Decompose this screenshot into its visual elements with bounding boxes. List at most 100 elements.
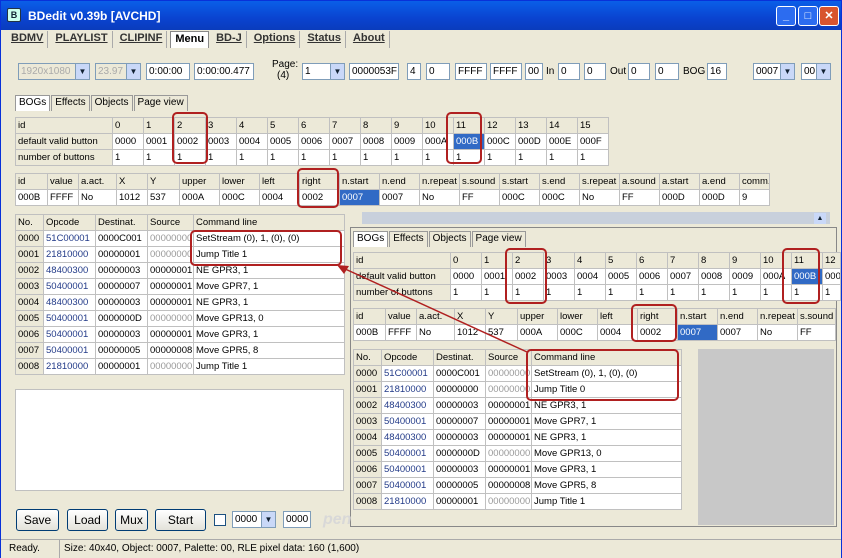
table-cell[interactable]: 00000001 bbox=[95, 246, 148, 263]
column-header[interactable]: id bbox=[15, 173, 48, 190]
table-cell[interactable]: 21810000 bbox=[43, 358, 96, 375]
column-header[interactable]: comm. bbox=[739, 173, 770, 190]
start-button[interactable]: Start bbox=[155, 509, 206, 531]
column-header[interactable]: 12 bbox=[822, 252, 841, 269]
table-cell[interactable]: 00000001 bbox=[147, 278, 194, 295]
table-cell[interactable]: 00000003 bbox=[95, 262, 148, 279]
table-cell[interactable]: 000A bbox=[179, 189, 220, 206]
table-cell[interactable]: 00000003 bbox=[433, 461, 486, 478]
column-header[interactable]: 4 bbox=[574, 252, 606, 269]
in-field-1[interactable]: 0 bbox=[558, 63, 580, 80]
table-cell[interactable]: 0004 bbox=[236, 133, 268, 150]
time-start-field[interactable]: 0:00:00 bbox=[146, 63, 190, 80]
checkbox[interactable] bbox=[214, 514, 226, 526]
table-cell[interactable]: 50400001 bbox=[381, 445, 434, 462]
column-header[interactable]: a.act. bbox=[78, 173, 117, 190]
subtab-page-view[interactable]: Page view bbox=[133, 95, 188, 111]
table-cell[interactable]: 00000003 bbox=[95, 294, 148, 311]
table-row[interactable]: number of buttons 1 1 1 1 1 1 1 1 1 1 1 1 1 1 1 1 bbox=[15, 149, 609, 166]
table-cell[interactable]: 00000001 bbox=[485, 413, 532, 430]
table-cell[interactable]: 9 bbox=[739, 189, 770, 206]
column-header[interactable]: Opcode bbox=[43, 214, 96, 231]
table-cell[interactable]: 1012 bbox=[116, 189, 148, 206]
table-cell[interactable]: 1 bbox=[236, 149, 268, 166]
table-row[interactable]: 0008 21810000 00000001 00000000 Jump Title 1 bbox=[15, 358, 345, 375]
table-cell[interactable]: 0008 bbox=[360, 133, 392, 150]
table-cell[interactable]: 00000001 bbox=[95, 358, 148, 375]
field-3[interactable]: FFFF bbox=[455, 63, 487, 80]
table-cell[interactable]: 0003 bbox=[205, 133, 237, 150]
table-cell[interactable]: 0009 bbox=[729, 268, 761, 285]
table-cell[interactable]: NE GPR3, 1 bbox=[531, 429, 682, 446]
table-cell[interactable]: Move GPR13, 0 bbox=[531, 445, 682, 462]
table-row[interactable]: 0005 50400001 0000000D 00000000 Move GPR13, … bbox=[353, 445, 682, 462]
column-header[interactable]: n.end bbox=[717, 308, 758, 325]
table-cell[interactable]: 1 bbox=[143, 149, 175, 166]
table-cell[interactable]: 1 bbox=[543, 284, 575, 301]
column-header[interactable]: left bbox=[259, 173, 300, 190]
table-cell[interactable]: 0008 bbox=[698, 268, 730, 285]
table-cell[interactable]: No bbox=[419, 189, 460, 206]
field-5[interactable]: 00 bbox=[525, 63, 543, 80]
table-cell[interactable]: 00000003 bbox=[95, 326, 148, 343]
table-cell[interactable]: 000B bbox=[15, 189, 48, 206]
out-field-1[interactable]: 0 bbox=[628, 63, 650, 80]
table-cell[interactable]: 0000000D bbox=[433, 445, 486, 462]
in-field-2[interactable]: 0 bbox=[584, 63, 606, 80]
table-cell[interactable]: 0004 bbox=[574, 268, 606, 285]
column-header[interactable]: upper bbox=[179, 173, 220, 190]
table-cell[interactable]: 0005 bbox=[353, 445, 382, 462]
column-header[interactable]: 8 bbox=[360, 117, 392, 134]
table-cell[interactable]: 1 bbox=[698, 284, 730, 301]
horizontal-scrollbar[interactable] bbox=[362, 212, 830, 224]
table-cell[interactable]: 1 bbox=[822, 284, 841, 301]
table-cell[interactable]: 000F bbox=[577, 133, 609, 150]
table-cell[interactable]: 00000005 bbox=[433, 477, 486, 494]
table-cell[interactable]: 0001 bbox=[15, 246, 44, 263]
table-cell[interactable]: 1 bbox=[267, 149, 299, 166]
table-cell[interactable]: 0007 bbox=[717, 324, 758, 341]
table-cell[interactable]: 00000001 bbox=[485, 429, 532, 446]
column-header[interactable]: a.start bbox=[659, 173, 700, 190]
table-cell[interactable]: 00000001 bbox=[147, 262, 194, 279]
column-header[interactable]: 3 bbox=[205, 117, 237, 134]
table-cell[interactable]: 000D bbox=[659, 189, 700, 206]
column-header[interactable]: 12 bbox=[484, 117, 516, 134]
load-button[interactable]: Load bbox=[67, 509, 108, 531]
table-row[interactable]: 000B FFFF No 1012 537 000A 000C 0004 0002 0007 000… bbox=[15, 189, 770, 206]
table-cell[interactable]: Jump Title 1 bbox=[193, 358, 345, 375]
table-row[interactable]: 0003 50400001 00000007 00000001 Move GPR7, 1 bbox=[15, 278, 345, 295]
table-cell[interactable]: 48400300 bbox=[381, 397, 434, 414]
column-header[interactable]: 7 bbox=[329, 117, 361, 134]
column-header[interactable]: n.start bbox=[339, 173, 380, 190]
column-header[interactable]: 3 bbox=[543, 252, 575, 269]
subtab-effects[interactable]: Effects bbox=[389, 231, 428, 247]
table-cell[interactable]: 00000008 bbox=[147, 342, 194, 359]
column-header[interactable]: n.repeat bbox=[757, 308, 798, 325]
table-row[interactable]: default valid button 0000 0001 0002 0003 0004… bbox=[15, 133, 609, 150]
column-header[interactable]: 14 bbox=[546, 117, 578, 134]
column-header[interactable]: 7 bbox=[667, 252, 699, 269]
column-header[interactable]: 15 bbox=[577, 117, 609, 134]
column-header[interactable]: 5 bbox=[605, 252, 637, 269]
address-field[interactable]: 0000053F bbox=[349, 63, 399, 80]
table-cell[interactable]: 50400001 bbox=[381, 477, 434, 494]
table-cell[interactable]: 0001 bbox=[143, 133, 175, 150]
minimize-button[interactable]: _ bbox=[776, 6, 796, 26]
table-cell[interactable]: 00000000 bbox=[485, 445, 532, 462]
table-cell[interactable]: 00000001 bbox=[485, 461, 532, 478]
tab-menu[interactable]: Menu bbox=[170, 31, 210, 48]
table-cell[interactable]: Move GPR5, 8 bbox=[193, 342, 345, 359]
table-cell[interactable]: 0000 bbox=[15, 230, 44, 247]
table-cell[interactable]: 00000005 bbox=[95, 342, 148, 359]
table-cell[interactable]: Move GPR13, 0 bbox=[193, 310, 345, 327]
table-cell[interactable]: 50400001 bbox=[43, 310, 96, 327]
field-4[interactable]: FFFF bbox=[490, 63, 522, 80]
column-header[interactable]: Source bbox=[147, 214, 194, 231]
table-cell[interactable]: 50400001 bbox=[381, 413, 434, 430]
tab-bdmv[interactable]: BDMV bbox=[7, 31, 49, 48]
column-header[interactable]: lower bbox=[557, 308, 598, 325]
column-header[interactable]: a.end bbox=[699, 173, 740, 190]
table-cell[interactable]: 00000000 bbox=[485, 493, 532, 510]
table-cell[interactable]: 50400001 bbox=[381, 461, 434, 478]
